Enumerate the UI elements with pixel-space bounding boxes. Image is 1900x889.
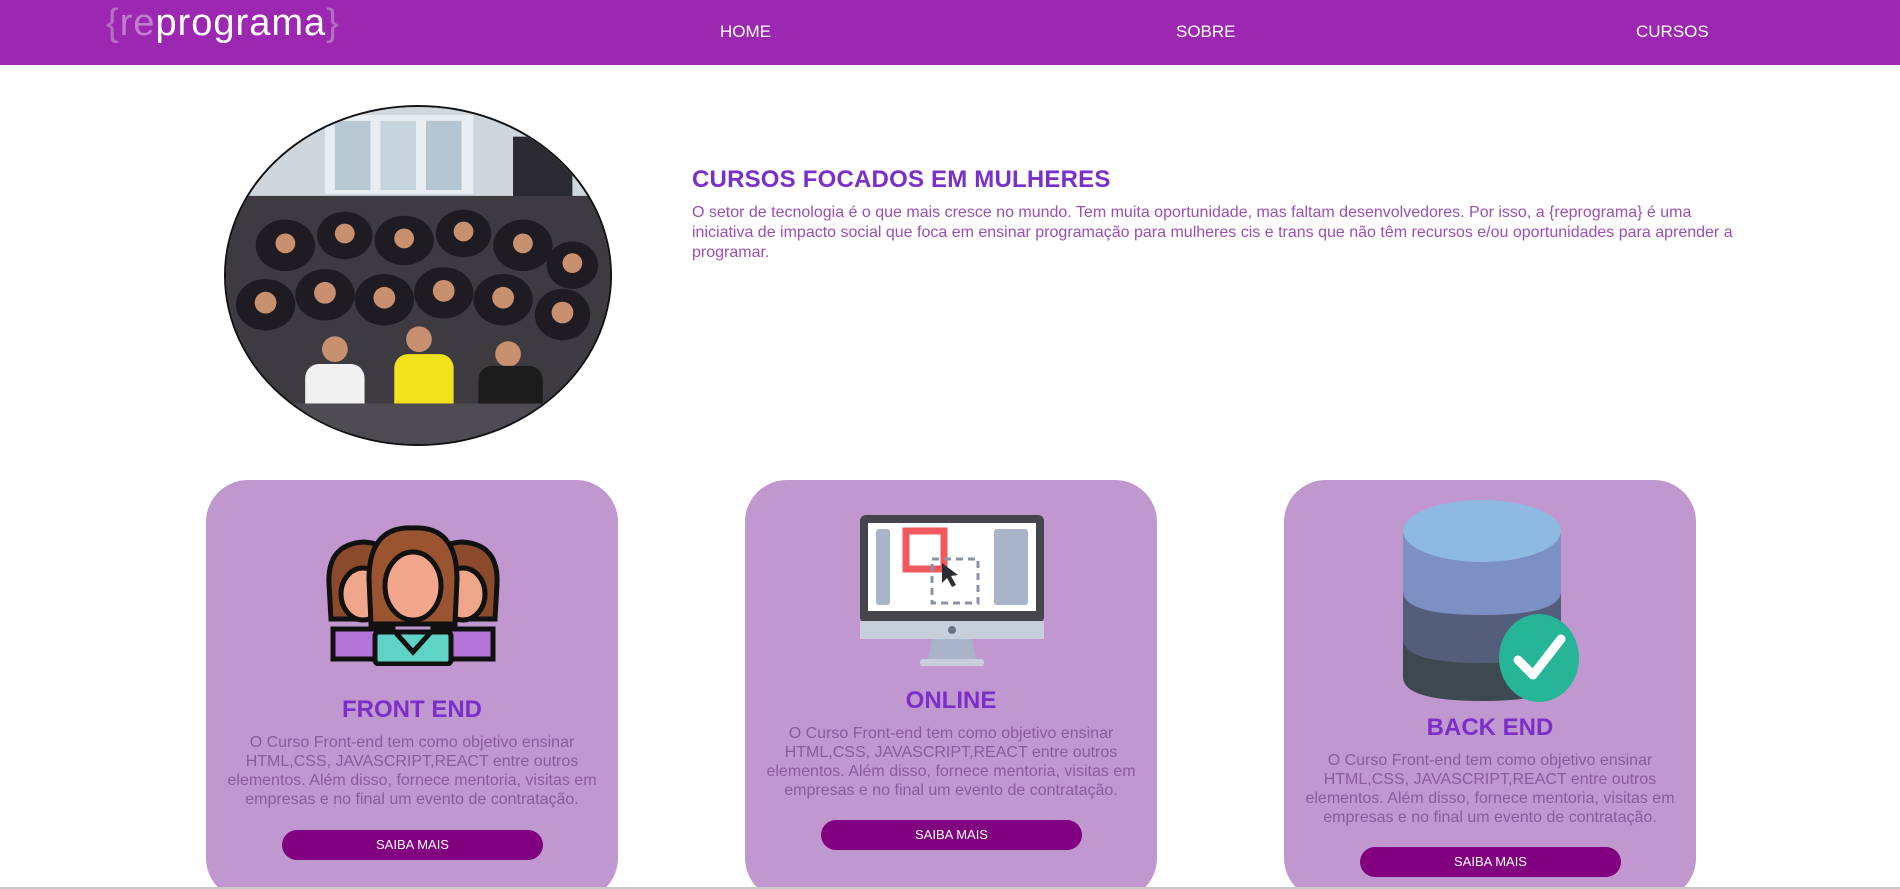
group-photo xyxy=(224,105,612,446)
nav-cursos-link[interactable]: CURSOS xyxy=(1636,22,1709,42)
hero-description: O setor de tecnologia é o que mais cresc… xyxy=(692,204,1733,261)
hero-title: CURSOS FOCADOS EM MULHERES xyxy=(692,166,1111,193)
logo-programa: programa xyxy=(155,2,327,44)
women-group-icon xyxy=(326,525,500,666)
logo-re: re xyxy=(119,2,156,44)
logo-brace-open: { xyxy=(106,2,120,44)
group-photo-illustration xyxy=(226,107,610,444)
card-description: O Curso Front-end tem como objetivo ensi… xyxy=(1305,752,1675,826)
reprograma-logo[interactable]: {reprograma} xyxy=(106,2,340,44)
card-title: BACK END xyxy=(1426,714,1554,741)
nav-sobre-link[interactable]: SOBRE xyxy=(1176,22,1236,42)
course-card-front-end: FRONT END O Curso Front-end tem como obj… xyxy=(206,480,618,889)
card-title: ONLINE xyxy=(905,687,997,714)
course-card-online: ONLINE O Curso Front-end tem como objeti… xyxy=(745,480,1157,889)
card-description: O Curso Front-end tem como objetivo ensi… xyxy=(227,734,597,808)
nav-home-link[interactable]: HOME xyxy=(720,22,771,42)
card-description: O Curso Front-end tem como objetivo ensi… xyxy=(766,725,1136,799)
course-card-back-end: BACK END O Curso Front-end tem como obje… xyxy=(1284,480,1696,889)
top-navbar: {reprograma} HOME SOBRE CURSOS xyxy=(0,0,1900,65)
saiba-mais-button-back-end[interactable]: SAIBA MAIS xyxy=(1360,847,1621,877)
card-title: FRONT END xyxy=(342,696,482,723)
saiba-mais-button-online[interactable]: SAIBA MAIS xyxy=(821,820,1082,850)
saiba-mais-button-front-end[interactable]: SAIBA MAIS xyxy=(282,830,543,860)
computer-monitor-icon xyxy=(860,515,1044,666)
database-check-icon xyxy=(1403,500,1579,702)
logo-brace-close: } xyxy=(326,2,340,44)
